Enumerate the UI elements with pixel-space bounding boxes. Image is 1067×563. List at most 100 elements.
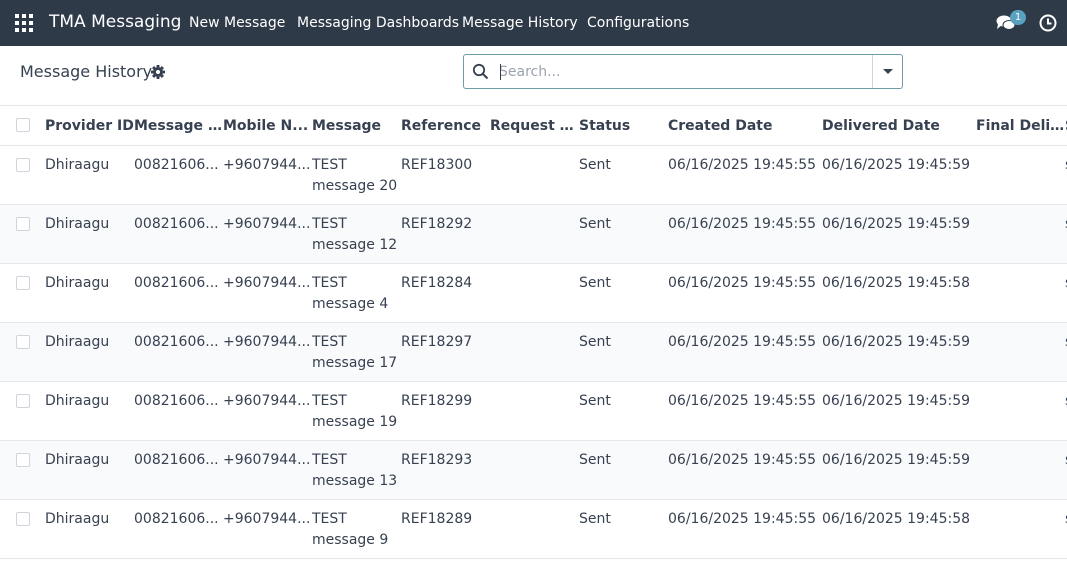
mobile-number-cell: +9607944... xyxy=(223,440,312,500)
page-title[interactable]: Message History xyxy=(20,62,152,81)
row-checkbox[interactable] xyxy=(16,276,30,290)
created-date-cell: 06/16/2025 19:45:55 xyxy=(668,263,822,323)
column-header-final-delivery[interactable]: Final Deli... xyxy=(976,105,1065,146)
search-options-toggle[interactable] xyxy=(872,55,902,88)
mobile-number-cell: +9607944... xyxy=(223,204,312,264)
message-cell: TEST message 12 xyxy=(312,204,401,264)
message-id-cell: 00821606... xyxy=(134,499,223,559)
delivered-date-cell: 06/16/2025 19:45:59 xyxy=(822,145,976,205)
created-date-cell: 06/16/2025 19:45:55 xyxy=(668,499,822,559)
created-date-cell: 06/16/2025 19:45:55 xyxy=(668,204,822,264)
column-header-delivered-date[interactable]: Delivered Date xyxy=(822,105,976,146)
message-id-cell: 00821606... xyxy=(134,145,223,205)
row-select-cell xyxy=(0,263,45,323)
provider-id-cell: Dhiraagu xyxy=(45,145,134,205)
reference-cell: REF18299 xyxy=(401,381,490,441)
provider-id-cell: Dhiraagu xyxy=(45,204,134,264)
table-row[interactable]: Dhiraagu 00821606... +9607944... TEST messa… xyxy=(0,322,1067,382)
column-header-reference[interactable]: Reference xyxy=(401,105,490,146)
final-delivery-cell xyxy=(976,263,1065,323)
table-row[interactable]: Dhiraagu 00821606... +9607944... TEST messa… xyxy=(0,440,1067,500)
final-delivery-cell xyxy=(976,145,1065,205)
final-delivery-cell xyxy=(976,440,1065,500)
column-header-message[interactable]: Message xyxy=(312,105,401,146)
gear-icon[interactable] xyxy=(151,65,165,79)
search-bar xyxy=(463,54,903,89)
row-select-cell xyxy=(0,204,45,264)
row-select-cell xyxy=(0,381,45,441)
final-delivery-cell xyxy=(976,204,1065,264)
final-delivery-cell xyxy=(976,499,1065,559)
table-row[interactable]: Dhiraagu 00821606... +9607944... TEST messa… xyxy=(0,499,1067,559)
message-cell: TEST message 9 xyxy=(312,499,401,559)
message-id-cell: 00821606... xyxy=(134,440,223,500)
request-time-cell xyxy=(490,322,579,382)
grid-icon[interactable] xyxy=(15,14,33,32)
column-header-created-date[interactable]: Created Date xyxy=(668,105,822,146)
message-cell: TEST message 13 xyxy=(312,440,401,500)
mobile-number-cell: +9607944... xyxy=(223,263,312,323)
request-time-cell xyxy=(490,145,579,205)
table-body: Dhiraagu 00821606... +9607944... TEST messa… xyxy=(0,145,1067,559)
message-id-cell: 00821606... xyxy=(134,204,223,264)
text-cursor xyxy=(500,64,501,80)
clock-icon[interactable] xyxy=(1039,14,1057,32)
message-history-table: Provider ID Message ID Mobile N... Messa… xyxy=(0,105,1067,559)
table-row[interactable]: Dhiraagu 00821606... +9607944... TEST messa… xyxy=(0,381,1067,441)
row-checkbox[interactable] xyxy=(16,335,30,349)
chat-badge: 1 xyxy=(1010,10,1026,25)
provider-id-cell: Dhiraagu xyxy=(45,322,134,382)
menu-messaging-dashboards[interactable]: Messaging Dashboards xyxy=(297,0,459,46)
select-all-checkbox[interactable] xyxy=(16,118,30,132)
request-time-cell xyxy=(490,499,579,559)
table-row[interactable]: Dhiraagu 00821606... +9607944... TEST messa… xyxy=(0,263,1067,323)
column-header-request-time[interactable]: Request T... xyxy=(490,105,579,146)
message-id-cell: 00821606... xyxy=(134,381,223,441)
message-id-cell: 00821606... xyxy=(134,322,223,382)
status-cell: Sent xyxy=(579,145,668,205)
column-header-provider-id[interactable]: Provider ID xyxy=(45,105,134,146)
request-time-cell xyxy=(490,263,579,323)
column-header-message-id[interactable]: Message ID xyxy=(134,105,223,146)
row-select-cell xyxy=(0,145,45,205)
provider-id-cell: Dhiraagu xyxy=(45,381,134,441)
provider-id-cell: Dhiraagu xyxy=(45,263,134,323)
message-cell: TEST message 20 xyxy=(312,145,401,205)
status-cell: Sent xyxy=(579,440,668,500)
message-cell: TEST message 4 xyxy=(312,263,401,323)
reference-cell: REF18289 xyxy=(401,499,490,559)
mobile-number-cell: +9607944... xyxy=(223,322,312,382)
column-header-status[interactable]: Status xyxy=(579,105,668,146)
row-checkbox[interactable] xyxy=(16,217,30,231)
row-select-cell xyxy=(0,440,45,500)
delivered-date-cell: 06/16/2025 19:45:59 xyxy=(822,204,976,264)
delivered-date-cell: 06/16/2025 19:45:59 xyxy=(822,322,976,382)
column-header-mobile-number[interactable]: Mobile N... xyxy=(223,105,312,146)
status-cell: Sent xyxy=(579,204,668,264)
menu-message-history[interactable]: Message History xyxy=(462,0,578,46)
reference-cell: REF18297 xyxy=(401,322,490,382)
row-checkbox[interactable] xyxy=(16,394,30,408)
request-time-cell xyxy=(490,381,579,441)
provider-id-cell: Dhiraagu xyxy=(45,440,134,500)
delivered-date-cell: 06/16/2025 19:45:59 xyxy=(822,381,976,441)
final-delivery-cell xyxy=(976,322,1065,382)
row-checkbox[interactable] xyxy=(16,158,30,172)
reference-cell: REF18284 xyxy=(401,263,490,323)
table-row[interactable]: Dhiraagu 00821606... +9607944... TEST messa… xyxy=(0,145,1067,205)
row-checkbox[interactable] xyxy=(16,453,30,467)
app-brand[interactable]: TMA Messaging xyxy=(49,12,181,32)
menu-new-message[interactable]: New Message xyxy=(189,0,285,46)
created-date-cell: 06/16/2025 19:45:55 xyxy=(668,145,822,205)
menu-configurations[interactable]: Configurations xyxy=(587,0,689,46)
caret-down-icon xyxy=(883,69,893,74)
status-cell: Sent xyxy=(579,381,668,441)
status-cell: Sent xyxy=(579,499,668,559)
delivered-date-cell: 06/16/2025 19:45:58 xyxy=(822,263,976,323)
search-icon xyxy=(472,63,489,80)
row-checkbox[interactable] xyxy=(16,512,30,526)
table-row[interactable]: Dhiraagu 00821606... +9607944... TEST messa… xyxy=(0,204,1067,264)
mobile-number-cell: +9607944... xyxy=(223,145,312,205)
search-input[interactable] xyxy=(499,60,869,84)
select-all-cell xyxy=(0,105,45,146)
